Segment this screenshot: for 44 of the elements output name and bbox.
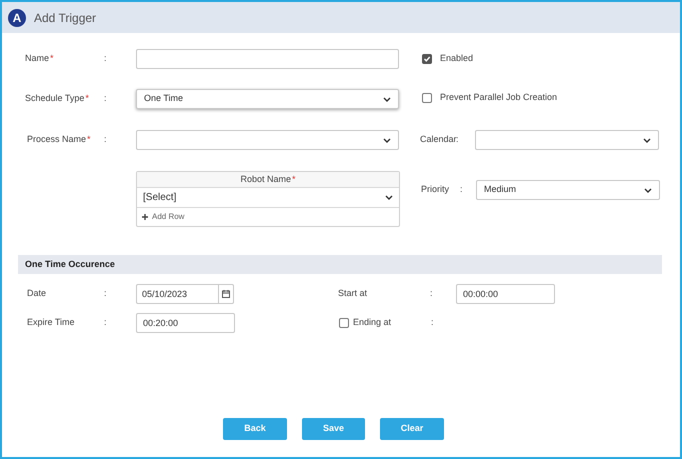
chevron-down-icon bbox=[383, 96, 391, 102]
checkbox-label: Ending at bbox=[353, 316, 392, 329]
field-label: Name* bbox=[25, 52, 55, 66]
checkbox-label: Prevent Parallel Job Creation bbox=[440, 90, 558, 104]
field-label: Calendar bbox=[420, 133, 456, 146]
checkbox[interactable] bbox=[339, 318, 349, 328]
input-field[interactable]: 00:00:00 bbox=[456, 284, 555, 304]
colon-separator: : bbox=[104, 133, 108, 146]
checkbox-label: Enabled bbox=[440, 52, 474, 66]
checkbox[interactable] bbox=[422, 92, 432, 102]
add-row-link[interactable]: Add Row bbox=[142, 211, 184, 223]
section-title: One Time Occurence bbox=[25, 258, 115, 271]
dropdown-field[interactable] bbox=[475, 130, 659, 150]
field-label: Expire Time bbox=[26, 316, 76, 329]
date-field[interactable]: 05/10/2023 bbox=[136, 284, 234, 304]
field-label: Start at bbox=[338, 287, 368, 300]
robot-dropdown[interactable]: [Select] bbox=[137, 188, 399, 208]
chevron-down-icon bbox=[643, 138, 651, 142]
column-header: Robot Name* bbox=[240, 172, 296, 186]
field-label: Date bbox=[26, 287, 48, 300]
chevron-down-icon bbox=[385, 195, 393, 200]
colon-separator: : bbox=[104, 52, 108, 66]
chevron-down-icon bbox=[644, 188, 652, 192]
colon-separator: : bbox=[104, 92, 108, 106]
calendar-icon[interactable] bbox=[222, 290, 230, 298]
logo-icon: A bbox=[8, 8, 26, 26]
checkbox[interactable] bbox=[422, 54, 432, 64]
colon-separator: : bbox=[430, 287, 434, 300]
colon-separator: : bbox=[104, 316, 108, 329]
input-field[interactable] bbox=[136, 49, 399, 69]
colon-separator: : bbox=[104, 287, 108, 300]
field-label: Schedule Type* bbox=[25, 92, 90, 106]
input-field[interactable]: 00:20:00 bbox=[136, 312, 235, 332]
colon-separator: : bbox=[460, 183, 464, 196]
dropdown-field[interactable]: One Time bbox=[136, 89, 399, 109]
field-label: Process Name* bbox=[26, 133, 92, 146]
window-title: Add Trigger bbox=[34, 10, 96, 26]
chevron-down-icon bbox=[383, 138, 391, 142]
field-label: Priority bbox=[421, 183, 450, 196]
dropdown-field[interactable]: Medium bbox=[476, 180, 660, 200]
dropdown-field[interactable] bbox=[136, 130, 399, 150]
plus-icon bbox=[142, 214, 148, 220]
colon-separator: : bbox=[431, 316, 435, 329]
colon-separator: : bbox=[456, 133, 460, 146]
